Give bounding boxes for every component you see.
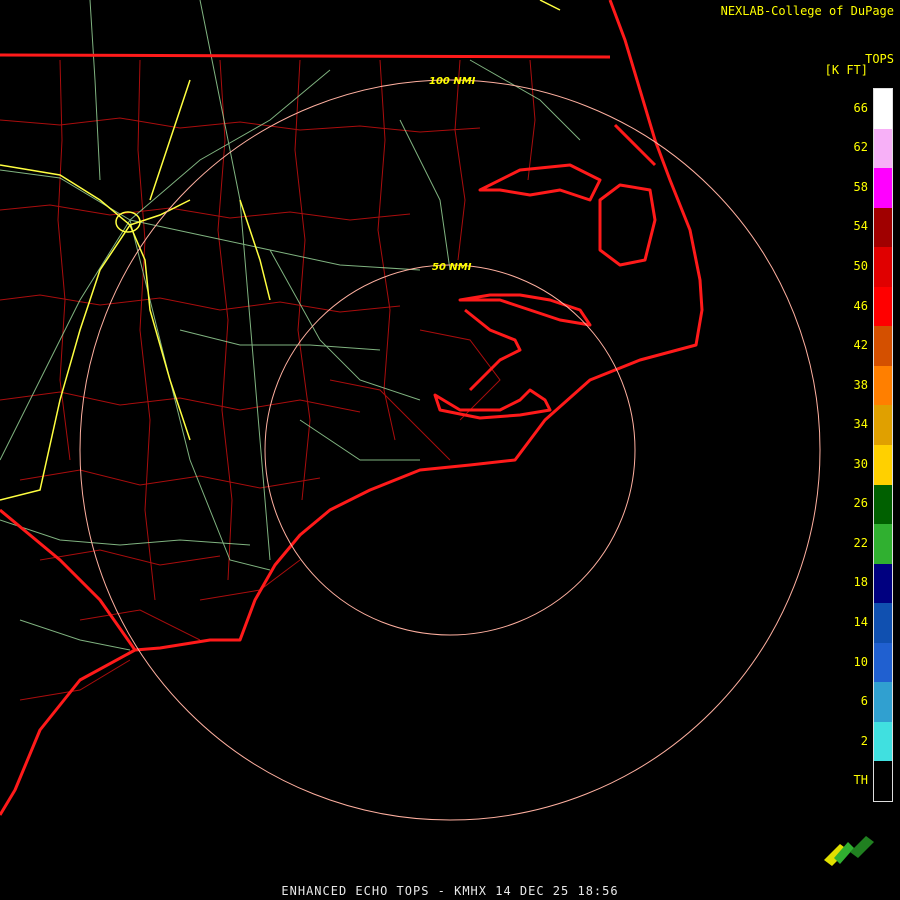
scale-label-58: 58 (853, 179, 868, 194)
scale-label-54: 54 (853, 219, 868, 234)
color-swatch-10 (874, 642, 892, 683)
color-swatch-26 (874, 484, 892, 525)
color-swatch-30 (874, 445, 892, 485)
state-borders (0, 53, 611, 651)
scale-label-46: 46 (853, 298, 868, 313)
scale-label-26: 26 (853, 496, 868, 511)
interstate-lines (0, 0, 561, 501)
color-swatch-62 (874, 128, 892, 169)
range-ring-label-50: 50 NMI (432, 262, 472, 273)
scale-label-2: 2 (860, 733, 868, 748)
scale-label-38: 38 (853, 377, 868, 392)
color-swatch-42 (874, 326, 892, 366)
color-swatch-34 (874, 405, 892, 445)
scale-label-50: 50 (853, 259, 868, 273)
color-swatch-38 (874, 365, 892, 406)
scale-label-22: 22 (853, 535, 868, 550)
scale-label-th: TH (853, 773, 868, 788)
color-swatch-46 (874, 286, 892, 327)
county-lines (0, 59, 536, 701)
color-swatch-66 (874, 89, 892, 129)
range-ring-100 (79, 79, 821, 821)
radar-map-view: 50 NMI 100 NMI NEXLAB-College of DuPage … (0, 0, 900, 900)
color-swatch-18 (874, 563, 892, 604)
scale-label-10: 10 (853, 654, 868, 669)
range-ring-label-100: 100 NMI (429, 76, 476, 87)
color-swatch-2 (874, 721, 892, 762)
scale-label-14: 14 (853, 615, 868, 629)
color-swatch-50 (874, 247, 892, 287)
range-rings (79, 79, 821, 821)
legend-title: TOPS (865, 52, 894, 66)
scale-label-42: 42 (853, 338, 868, 353)
color-swatch-22 (874, 524, 892, 564)
scale-label-18: 18 (853, 575, 868, 590)
scale-label-34: 34 (853, 417, 868, 432)
product-footer: ENHANCED ECHO TOPS - KMHX 14 DEC 25 18:5… (281, 884, 619, 898)
scale-label-62: 62 (853, 140, 868, 155)
nexlab-logo-icon (824, 836, 874, 866)
legend-units: [K FT] (824, 63, 868, 77)
color-swatch-14 (874, 603, 892, 643)
scale-label-66: 66 (853, 100, 868, 115)
scale-label-6: 6 (860, 694, 868, 709)
scale-label-30: 30 (853, 456, 868, 471)
credit-text: NEXLAB-College of DuPage (720, 4, 894, 18)
coastline (0, 0, 704, 816)
color-swatch-6 (874, 682, 892, 722)
range-ring-50 (264, 264, 636, 636)
color-swatch-54 (874, 207, 892, 248)
color-swatch-58 (874, 168, 892, 208)
color-scale-bar (873, 88, 893, 802)
basemap: 50 NMI 100 NMI (0, 0, 821, 821)
color-swatch-th (874, 761, 892, 801)
